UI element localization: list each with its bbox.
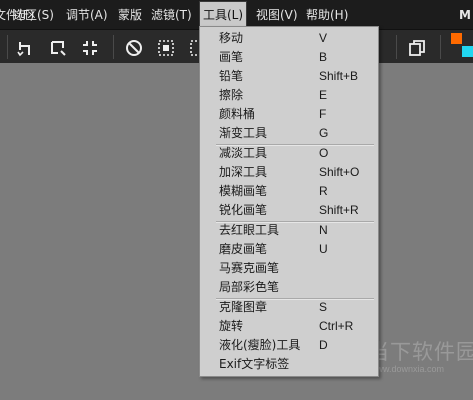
menu-item-skin-smooth[interactable]: 磨皮画笔 U [200,240,378,259]
toolbar-separator [113,35,114,59]
menu-item-label: 锐化画笔 [219,203,268,217]
primary-color-swatch[interactable] [451,33,462,44]
watermark-url: www.downxia.com [370,364,445,374]
menu-item-sharpen-brush[interactable]: 锐化画笔 Shift+R [200,201,378,220]
menu-item-burn[interactable]: 加深工具 Shift+O [200,163,378,182]
menu-item-shortcut: N [319,223,328,237]
menu-selection[interactable]: 选区(S) [13,0,54,29]
menu-item-label: 加深工具 [219,165,268,179]
menu-item-gradient[interactable]: 渐变工具 G [200,124,378,143]
menu-item-brush[interactable]: 画笔 B [200,48,378,67]
menu-item-dodge[interactable]: 减淡工具 O [200,144,378,163]
menu-item-eraser[interactable]: 擦除 E [200,86,378,105]
menu-item-label: 磨皮画笔 [219,242,268,256]
shrink-icon[interactable] [81,39,99,57]
menu-item-clone-stamp[interactable]: 克隆图章 S [200,298,378,317]
menu-item-label: 擦除 [219,88,244,102]
menu-item-label: 渐变工具 [219,126,268,140]
menu-item-rotate[interactable]: 旋转 Ctrl+R [200,317,378,336]
menu-item-shortcut: V [319,31,328,45]
toolbar-separator [396,35,397,59]
secondary-color-swatch[interactable] [462,46,473,57]
menu-item-label: 画笔 [219,50,244,64]
menu-item-label: 局部彩色笔 [219,280,280,294]
menu-mask[interactable]: 蒙版 [118,0,142,29]
copy-icon[interactable] [408,39,426,57]
menu-overflow-label: M [459,8,471,22]
toolbar-separator [7,35,8,59]
menu-item-liquify[interactable]: 液化(瘦脸)工具 D [200,336,378,355]
tools-dropdown-menu: 移动 V 画笔 B 铅笔 Shift+B 擦除 E 颜料桶 F 渐变工具 G 减淡工具 O 加… [199,26,379,377]
menu-item-label: 铅笔 [219,69,244,83]
menu-item-shortcut: Shift+B [319,69,359,83]
menu-item-shortcut: R [319,184,328,198]
menu-item-shortcut: F [319,107,327,121]
rotate-right-icon[interactable] [49,39,67,57]
menu-item-label: 马赛克画笔 [219,261,280,275]
menu-adjust[interactable]: 调节(A) [66,0,108,29]
no-icon[interactable] [125,39,143,57]
menu-item-shortcut: S [319,300,328,314]
menu-item-mosaic-brush[interactable]: 马赛克画笔 [200,259,378,278]
menu-item-shortcut: Shift+O [319,165,360,179]
menu-item-label: 液化(瘦脸)工具 [219,338,301,352]
menu-item-shortcut: B [319,50,328,64]
menu-item-label: 模糊画笔 [219,184,268,198]
menu-item-label: 去红眼工具 [219,223,280,237]
menu-item-shortcut: O [319,146,329,160]
menu-item-partial-color[interactable]: 局部彩色笔 [200,278,378,297]
menu-item-shortcut: Shift+R [319,203,359,217]
menu-item-blur-brush[interactable]: 模糊画笔 R [200,182,378,201]
menu-item-paint-bucket[interactable]: 颜料桶 F [200,105,378,124]
menu-item-move[interactable]: 移动 V [200,29,378,48]
menu-item-shortcut: E [319,88,328,102]
menu-item-label: 颜料桶 [219,107,256,121]
menu-filter[interactable]: 滤镜(T) [151,0,192,29]
menu-item-shortcut: Ctrl+R [319,319,354,333]
watermark-text: 当下软件园 [368,340,473,364]
menu-item-label: 移动 [219,31,244,45]
menu-item-shortcut: U [319,242,328,256]
toolbar-separator [440,35,441,59]
menu-bar: 文件(F) 选区(S) 调节(A) 蒙版 滤镜(T) 工具(L) 视图(V) 帮… [0,0,473,29]
menu-item-shortcut: G [319,126,329,140]
menu-item-red-eye[interactable]: 去红眼工具 N [200,221,378,240]
rotate-left-icon[interactable] [16,39,34,57]
select-all-icon[interactable] [157,39,175,57]
menu-item-label: 减淡工具 [219,146,268,160]
menu-item-shortcut: D [319,338,328,352]
menu-tools[interactable]: 工具(L) [198,1,248,27]
menu-view[interactable]: 视图(V) [256,0,298,29]
menu-item-label: 旋转 [219,319,244,333]
menu-item-label: 克隆图章 [219,300,268,314]
menu-item-label: Exif文字标签 [219,357,290,371]
menu-item-pencil[interactable]: 铅笔 Shift+B [200,67,378,86]
menu-item-exif-label[interactable]: Exif文字标签 [200,355,378,374]
menu-help[interactable]: 帮助(H) [306,0,348,29]
